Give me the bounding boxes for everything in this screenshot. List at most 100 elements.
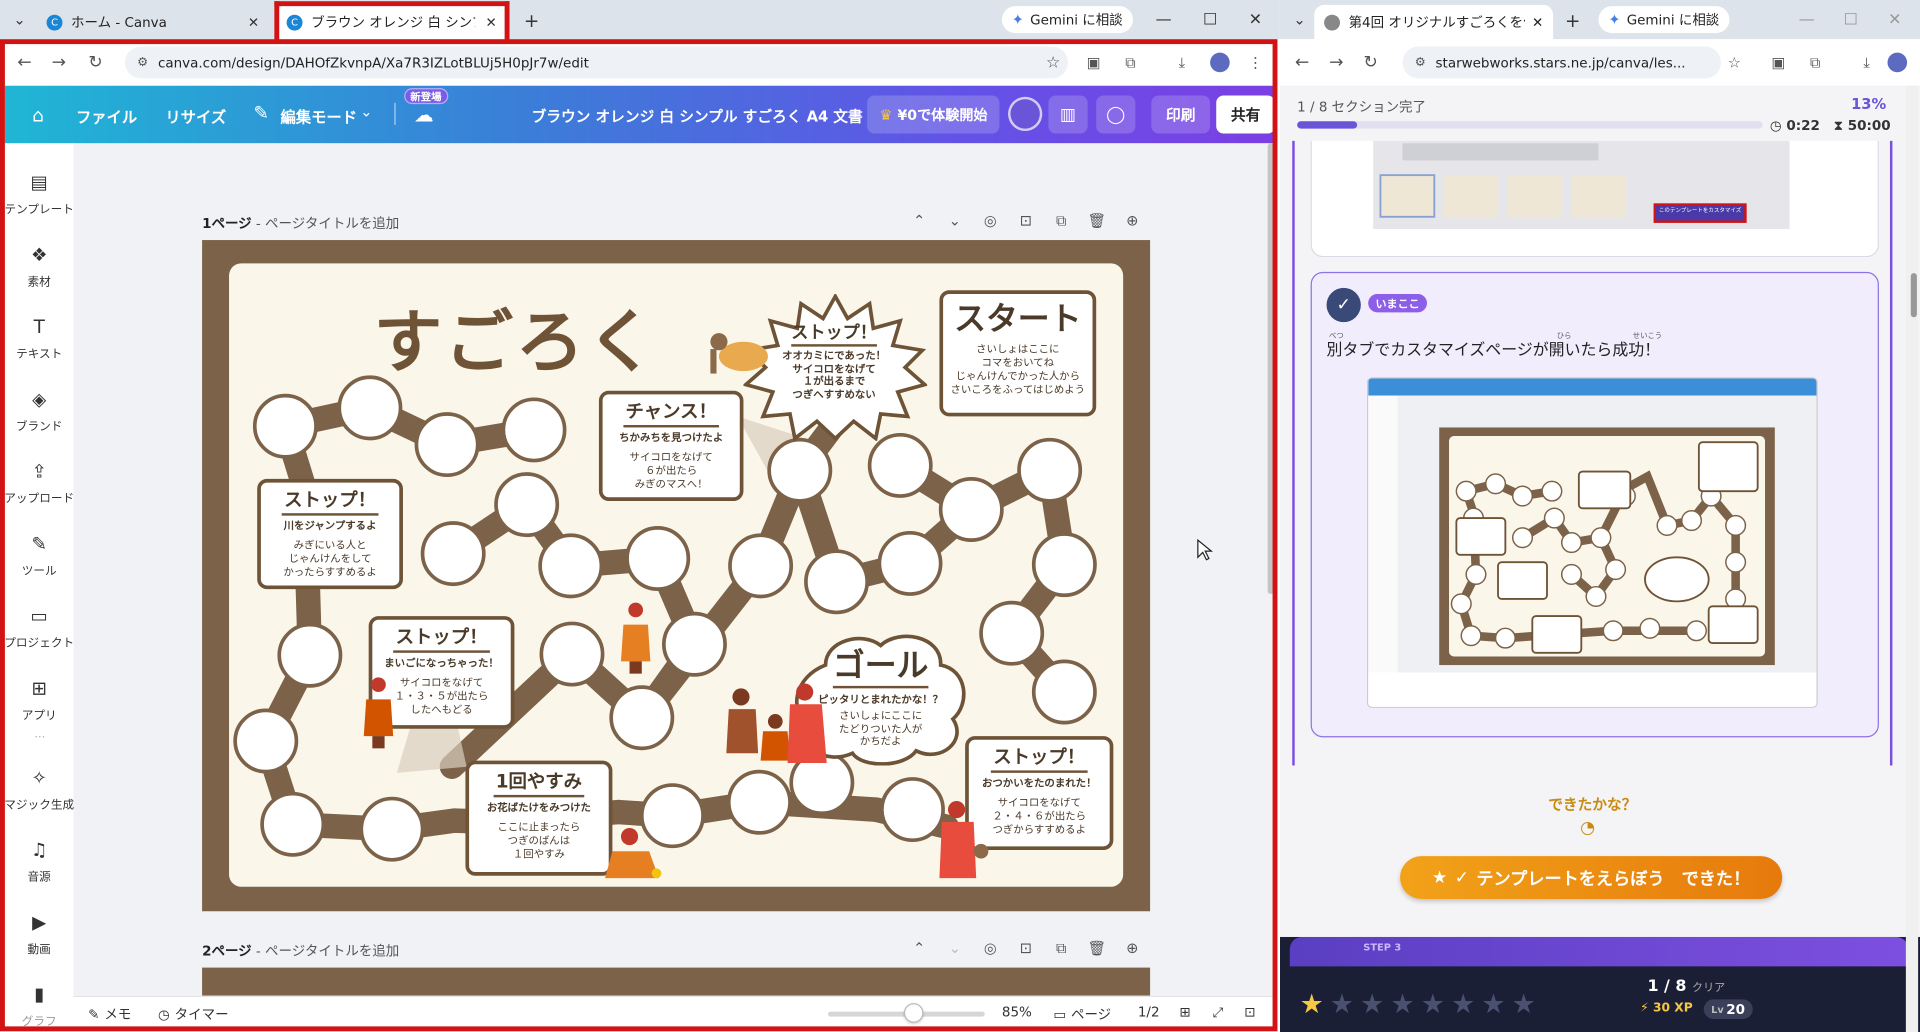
sidebar-item-text[interactable]: T テキスト [5,305,74,374]
zoom-slider-handle[interactable] [903,1003,924,1023]
download-icon[interactable]: ⤓ [1856,51,1878,73]
add-page-icon[interactable]: ⊕ [1122,939,1143,959]
grid-view-icon[interactable]: ⊞ [1179,1004,1190,1020]
sidebar-item-templates[interactable]: ▤ テンプレート [4,160,73,229]
profile-avatar[interactable] [1887,52,1908,73]
page-count[interactable]: 1/2 [1138,1004,1160,1020]
step-3-header[interactable]: STEP 3 [1289,936,1909,967]
user-avatar[interactable] [1008,96,1043,132]
tab-search-chevron-icon[interactable]: ⌄ [1287,7,1311,31]
tab-canva-design[interactable]: C ブラウン オレンジ 白 シンプル すごろく ✕ [276,4,510,40]
close-icon[interactable]: ✕ [1532,14,1543,30]
page-scrollbar-thumb[interactable] [1910,273,1917,318]
page-1-label[interactable]: 1ページ - ページタイトルを追加 [202,213,399,233]
forward-arrow-icon[interactable]: → [47,50,71,74]
page-title-placeholder[interactable]: - ページタイトルを追加 [256,216,399,232]
more-menu-icon[interactable]: ⋮ [1244,51,1266,73]
new-tab-plus-icon[interactable]: + [521,10,543,32]
edit-mode-menu[interactable]: 編集モード [280,104,357,127]
print-button[interactable]: 印刷 [1151,95,1211,134]
tab-search-chevron-icon[interactable]: ⌄ [7,7,31,31]
done-button[interactable]: ★ ✓ テンプレートをえらぼう できた！ [1400,856,1783,900]
page-2-design[interactable] [202,967,1151,996]
cloud-saved-icon[interactable]: ☁ [414,103,434,126]
forward-arrow-icon[interactable]: → [1324,50,1348,74]
duplicate-icon[interactable]: ⧉ [1051,939,1072,959]
home-icon[interactable]: ⌂ [26,103,50,127]
chevron-down-icon[interactable]: ⌄ [360,103,372,120]
sidebar-item-charts[interactable]: ▮ グラフ [5,972,74,1032]
new-tab-plus-icon[interactable]: + [1562,10,1584,32]
trash-icon[interactable]: 🗑 [1086,212,1107,232]
back-arrow-icon[interactable]: ← [12,50,36,74]
notes-button[interactable]: ✎ メモ [88,1004,131,1024]
close-icon[interactable]: ✕ [483,13,500,30]
download-icon[interactable]: ⤓ [1171,51,1193,73]
page-title-placeholder[interactable]: - ページタイトルを追加 [256,943,399,959]
move-down-icon[interactable]: ⌄ [944,939,965,959]
bookmark-star-icon[interactable]: ☆ [1723,51,1745,73]
site-info-icon[interactable]: ⚙ [1415,56,1426,69]
trial-button[interactable]: ♛ ¥0で体験開始 [867,95,1000,134]
maximize-icon[interactable]: ☐ [1198,7,1222,31]
sidebar-item-audio[interactable]: ♫ 音源 [5,828,74,897]
screenshot-camera-icon[interactable]: ▣ [1083,51,1105,73]
sidebar-item-elements[interactable]: ❖ 素材 [5,233,74,302]
zoom-value[interactable]: 85% [1002,1004,1032,1020]
lock-icon[interactable]: ⊡ [1015,939,1036,959]
hide-page-icon[interactable]: ◎ [980,212,1001,232]
share-button[interactable]: 共有 [1216,95,1276,134]
gemini-button[interactable]: ✦ Gemini に相談 [1598,6,1730,34]
move-down-icon[interactable]: ⌄ [944,212,965,232]
fullscreen-icon[interactable]: ⤢ [1213,1004,1224,1021]
assistant-icon[interactable]: ⊡ [1244,1004,1255,1020]
profile-avatar[interactable] [1210,52,1230,73]
close-icon[interactable]: ✕ [245,13,262,30]
file-menu[interactable]: ファイル [76,104,137,127]
trash-icon[interactable]: 🗑 [1086,939,1107,959]
screenshot-camera-icon[interactable]: ▣ [1767,51,1789,73]
url-omnibox[interactable]: ⚙ starwebworks.stars.ne.jp/canva/les... [1402,46,1721,79]
object-panel-sidebar: ▤ テンプレート ❖ 素材 T テキスト ◈ ブランド ⇪ アップロード ✎ ツ… [4,143,74,1032]
sidebar-item-uploads[interactable]: ⇪ アップロード [4,450,74,519]
minimize-icon[interactable]: — [1794,7,1818,31]
back-arrow-icon[interactable]: ← [1290,50,1314,74]
sidebar-item-video[interactable]: ▶ 動画 [5,900,74,969]
maximize-icon[interactable]: ☐ [1839,7,1863,31]
sidebar-item-magic[interactable]: ✧ マジック生成 [4,756,74,825]
page-scrollbar[interactable] [1905,85,1919,1032]
tab-lesson[interactable]: 第4回 オリジナルすごろくを作ろう ✕ [1314,4,1554,40]
move-up-icon[interactable]: ⌃ [909,939,930,959]
gemini-button[interactable]: ✦ Gemini に相談 [1001,6,1133,34]
tab-canva-home[interactable]: C ホーム - Canva ✕ [37,5,272,39]
lock-icon[interactable]: ⊡ [1015,212,1036,232]
sidebar-item-tools[interactable]: ✎ ツール [5,522,74,591]
sidebar-item-apps[interactable]: ⊞ アプリ [5,666,74,735]
duplicate-icon[interactable]: ⧉ [1051,212,1072,232]
url-omnibox[interactable]: ⚙ canva.com/design/DAHOfZkvnpA/Xa7R3IZLo… [124,46,1069,79]
bookmark-star-icon[interactable]: ☆ [1046,53,1068,71]
comment-icon[interactable]: ◯ [1096,95,1136,134]
extensions-icon[interactable]: ⧉ [1119,51,1141,73]
document-title[interactable]: ブラウン オレンジ 白 シンプル すごろく A4 文書 [532,105,863,126]
minimize-icon[interactable]: — [1151,7,1175,31]
extensions-icon[interactable]: ⧉ [1804,51,1826,73]
site-info-icon[interactable]: ⚙ [137,56,148,69]
page-1-design[interactable]: すごろく スタート さいしょはここに コマをおいてね じゃんけんでかった人から … [202,240,1151,912]
window-close-icon[interactable]: ✕ [1243,7,1267,31]
hide-page-icon[interactable]: ◎ [980,939,1001,959]
add-page-icon[interactable]: ⊕ [1122,212,1143,232]
analytics-icon[interactable]: ▥ [1048,95,1088,134]
page-2-label[interactable]: 2ページ - ページタイトルを追加 [202,941,399,961]
sidebar-item-brand[interactable]: ◈ ブランド [5,377,74,446]
sidebar-item-projects[interactable]: ▭ プロジェクト [4,594,74,663]
timer-button[interactable]: ◷ タイマー [158,1004,229,1024]
reload-icon[interactable]: ↻ [83,50,107,74]
resize-menu[interactable]: リサイズ [165,104,226,127]
reload-icon[interactable]: ↻ [1358,50,1382,74]
move-up-icon[interactable]: ⌃ [909,212,930,232]
canvas-scrollbar[interactable] [1267,143,1274,595]
design-canvas-area[interactable]: 1ページ - ページタイトルを追加 ⌃ ⌄ ◎ ⊡ ⧉ 🗑 ⊕ すごろく スター… [73,143,1274,996]
window-close-icon[interactable]: ✕ [1883,7,1907,31]
pages-button[interactable]: ▭ ページ [1053,1004,1111,1024]
